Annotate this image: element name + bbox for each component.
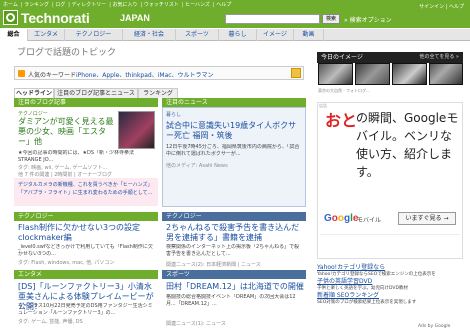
keyword-more-icon[interactable] bbox=[291, 68, 301, 78]
article-tags: タグ: 映画, wii, ゲーム, ゲームソフト... bbox=[18, 165, 108, 171]
text-ads: Yahoo!カテゴリ登録なら Yahoo!カテゴリ登録ならSEOで検索エンジンの… bbox=[317, 264, 463, 306]
news-section-header: 注目のニュース bbox=[162, 98, 306, 107]
nav-tab-sports[interactable]: スポーツ bbox=[176, 29, 219, 41]
text-ad-body: SEO対策のプロが検索結果上位表示を実現します bbox=[317, 300, 417, 305]
search-input[interactable] bbox=[225, 14, 320, 24]
ad-cta-button[interactable]: いますぐ見る → bbox=[398, 212, 456, 225]
today-image-header: 今日のイメージ 他の全てを見る » bbox=[317, 52, 463, 63]
news-excerpt-3: 格闘技の総合格闘技イベント「DREAM」の次回大会は12月...「DREAM.1… bbox=[166, 294, 296, 307]
text-ad[interactable]: 新着順 SEOランキング SEO対策のプロが検索結果上位表示を実現します bbox=[317, 292, 463, 306]
see-all-link[interactable]: 他の全てを見る » bbox=[419, 52, 459, 63]
keyword-label: 人気のキーワード bbox=[28, 72, 77, 79]
nav-tab-images[interactable]: イメージ bbox=[257, 29, 294, 41]
news-card2-header: テクノロジー bbox=[162, 212, 306, 221]
today-thumb-3[interactable] bbox=[392, 63, 427, 85]
ad-divider bbox=[320, 234, 460, 235]
article-excerpt-2: _level0.swfなどきっかけで利用していても「Flash制作に欠かせない3… bbox=[18, 244, 153, 257]
search-button[interactable]: 検索 bbox=[322, 14, 340, 24]
text-ad-title[interactable]: Yahoo!カテゴリ登録なら bbox=[317, 264, 463, 272]
article-excerpt: ★今回の記事の時間的には、★DS「新・少林寺拳法 STRANGE JO... bbox=[18, 150, 134, 163]
today-thumb-2[interactable] bbox=[355, 63, 390, 85]
related-link-2[interactable]: 「アバプラ・フライト」に生まれ変わるための手順として... bbox=[18, 190, 156, 197]
top-links[interactable]: ホーム | ランキング | ログ | ディレクトリー | お気に入り | ウォッチリスト |… bbox=[3, 1, 234, 8]
ad-headline: おと bbox=[325, 113, 358, 130]
news-title-3[interactable]: 田村「DREAM.12」は北海道での開催 bbox=[166, 282, 304, 292]
nav-tab-life[interactable]: 暮らし bbox=[219, 29, 257, 41]
article-tags-2: タグ: Flash, windows, mac, 他, パソコン bbox=[18, 260, 115, 266]
nav-tab-technology[interactable]: テクノロジー bbox=[65, 29, 123, 41]
nav-tab-videos[interactable]: 動画 bbox=[294, 29, 324, 41]
nav-tab-general[interactable]: 総合 bbox=[0, 29, 28, 41]
tab-ranking[interactable]: ランキング bbox=[138, 88, 178, 98]
news-excerpt-2: 検察関係のインターネット上の掲示板「2ちゃんねる」で殺害予告を書き込んだとして.… bbox=[166, 244, 300, 257]
today-thumb-4[interactable] bbox=[429, 63, 463, 85]
category-label: テクノロジー bbox=[18, 111, 48, 117]
article-title-2[interactable]: Flash制作に欠かせない3つの設定 clockmaker編 bbox=[18, 223, 156, 243]
news-meta-2: 関連ニュース(2): 日本経済新聞 | ニュース bbox=[166, 262, 261, 268]
google-logo: Google bbox=[324, 213, 359, 224]
search-options-link[interactable]: » 検索オプション bbox=[344, 15, 392, 24]
related-link[interactable]: デジタルカメラの新機種、これを買うべきか「ヒーハンズ」 bbox=[18, 182, 156, 189]
text-ad-title[interactable]: 新着順 SEOランキング bbox=[317, 292, 463, 300]
ads-by-google[interactable]: Ads by Google bbox=[418, 324, 450, 329]
text-ad[interactable]: Yahoo!カテゴリ登録なら Yahoo!カテゴリ登録ならSEOで検索エンジンの… bbox=[317, 264, 463, 278]
ad-mobile-label: モバイル bbox=[357, 217, 382, 224]
news-meta-3: 関連ニュース(1): ニュース bbox=[166, 321, 226, 327]
article-tags-3: タグ: ゲーム, 芸能, 声優, DS bbox=[18, 319, 83, 325]
tab-headline[interactable]: ヘッドライン bbox=[14, 88, 54, 98]
text-ad-title[interactable]: 子供の英語学習DVD bbox=[317, 278, 463, 286]
news-card3-header: スポーツ bbox=[162, 270, 306, 279]
nav-tab-entertainment[interactable]: エンタメ bbox=[28, 29, 65, 41]
article-thumbnail[interactable] bbox=[118, 111, 155, 149]
nav-tab-economy[interactable]: 経済・社会 bbox=[123, 29, 176, 41]
card3-category-header: エンタメ bbox=[14, 270, 158, 279]
news-excerpt: 12日午後7時45分ごろ、福岡県筑後市内の病院から、「試合中に倒れて運ばれたボク… bbox=[166, 144, 300, 157]
blog-section-header: 注目のブログ記事 bbox=[14, 98, 158, 107]
today-caption: 東京の大自然 - フォトログ... bbox=[318, 88, 370, 93]
page-title: ブログで話題のトピック bbox=[17, 48, 117, 58]
logo-circle-icon bbox=[6, 13, 15, 22]
rss-icon bbox=[18, 70, 25, 77]
news-title[interactable]: 試合中に意識失い19歳タイ人ボクサー死亡 福岡・筑後 bbox=[166, 121, 304, 141]
ad-copy: の瞬間、Googleモバイル。ベンリな使い方、紹介します。 bbox=[356, 111, 459, 179]
tab-featured[interactable]: 注目のブログ記事とニュース bbox=[54, 88, 138, 98]
text-ad[interactable]: 子供の英語学習DVD 子供と楽しく英語を学ぶ。幼児向けDVD教材 bbox=[317, 278, 463, 292]
article-title[interactable]: ダミアンが可愛く見える最悪の少女、映画「エスター」他 bbox=[18, 117, 116, 147]
article-excerpt-3: マーベラス10月22日発売予定のDS用ファンタジー生活シミュレーション「ルーンフ… bbox=[18, 303, 153, 316]
today-thumb-1[interactable] bbox=[318, 63, 353, 85]
keyword-links[interactable]: iPhone、Apple、thinkpad、iMac、ウルトラマン bbox=[76, 70, 214, 79]
signin-help-links[interactable]: サインイン | ヘルプ bbox=[419, 3, 464, 10]
news-title-2[interactable]: 2ちゃんねるで殺害予告を書き込んだ男を逮捕する」書籍を逮捕 bbox=[166, 223, 304, 243]
article-meta: 他 7 件の関連 | 2時間前 | オーナーブログ bbox=[18, 172, 112, 178]
card2-category-header: テクノロジー bbox=[14, 212, 158, 221]
site-logo[interactable]: Technorati bbox=[21, 10, 90, 26]
site-logo-japan: JAPAN bbox=[120, 13, 150, 23]
news-category: 暮らし bbox=[166, 112, 182, 118]
news-meta: 他のメディア: Asahi News bbox=[166, 163, 228, 169]
